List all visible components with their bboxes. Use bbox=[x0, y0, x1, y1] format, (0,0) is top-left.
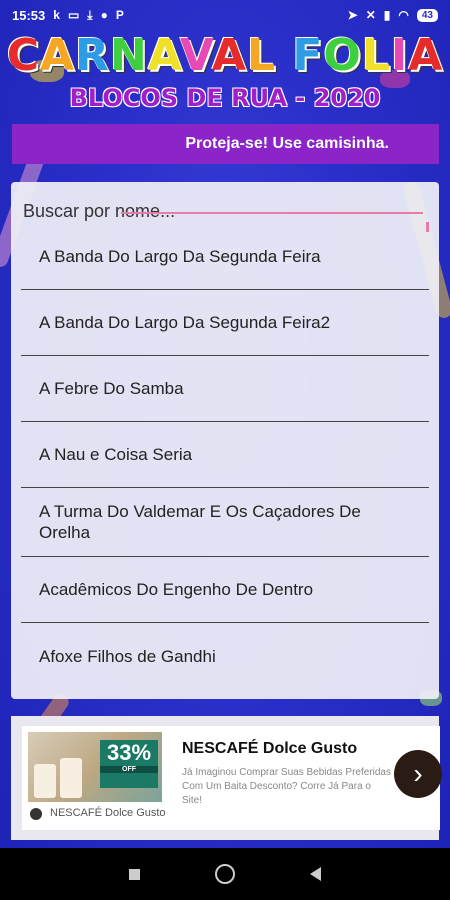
coffee-cups-image bbox=[34, 742, 86, 798]
title-letter: A bbox=[147, 30, 180, 81]
battery-indicator: 43 bbox=[416, 8, 438, 22]
ad-banner[interactable]: 33% OFF NESCAFÉ Dolce Gusto NESCAFÉ Dolc… bbox=[11, 716, 442, 840]
k-icon: k bbox=[53, 8, 60, 22]
app-header: CARNAVAL FOLIA BLOCOS DE RUA - 2020 bbox=[0, 30, 450, 122]
ad-offer-percent: 33% bbox=[106, 740, 152, 765]
title-letter: C bbox=[6, 30, 40, 81]
wifi-icon: ◠ bbox=[398, 8, 409, 22]
ad-offer-badge: 33% OFF bbox=[100, 740, 158, 788]
chat-icon: ● bbox=[100, 8, 108, 22]
ad-brand: NESCAFÉ Dolce Gusto bbox=[50, 807, 166, 819]
title-letter: N bbox=[109, 30, 148, 81]
status-time: 15:53 bbox=[12, 7, 46, 23]
app-subtitle: BLOCOS DE RUA - 2020 bbox=[69, 84, 381, 112]
laptop-icon: ▭ bbox=[67, 8, 80, 22]
title-letter: O bbox=[323, 30, 362, 81]
title-letter: A bbox=[39, 30, 76, 81]
back-triangle-icon bbox=[310, 867, 321, 881]
list-item[interactable]: A Febre Do Samba bbox=[21, 356, 429, 422]
app-title: CARNAVAL FOLIA bbox=[0, 30, 450, 82]
list-item[interactable]: A Turma Do Valdemar E Os Caçadores De Or… bbox=[21, 488, 429, 557]
mute-icon: ✕ bbox=[365, 8, 376, 22]
circle-icon bbox=[215, 864, 235, 884]
ad-title[interactable]: NESCAFÉ Dolce Gusto bbox=[182, 740, 357, 758]
title-letter: I bbox=[390, 30, 409, 81]
list-item[interactable]: A Banda Do Largo Da Segunda Feira2 bbox=[21, 290, 429, 356]
ad-image[interactable]: 33% OFF bbox=[28, 732, 162, 802]
search-input[interactable] bbox=[23, 196, 423, 226]
chevron-right-icon[interactable]: › bbox=[394, 750, 442, 798]
title-letter: R bbox=[75, 30, 110, 81]
ad-content[interactable]: 33% OFF NESCAFÉ Dolce Gusto NESCAFÉ Dolc… bbox=[22, 726, 442, 830]
ad-description: Já Imaginou Comprar Suas Bebidas Preferi… bbox=[182, 767, 391, 806]
ad-brand-logo-icon bbox=[30, 808, 42, 820]
system-nav-bar bbox=[0, 848, 450, 900]
list-item[interactable]: Acadêmicos Do Engenho De Dentro bbox=[21, 557, 429, 623]
blocos-list: A Banda Do Largo Da Segunda Feira A Band… bbox=[21, 224, 429, 689]
list-item[interactable]: A Banda Do Largo Da Segunda Feira bbox=[21, 224, 429, 290]
title-letter: L bbox=[361, 30, 391, 81]
promo-banner: Proteja-se! Use camisinha. bbox=[12, 124, 439, 164]
title-letter: A bbox=[408, 30, 444, 81]
home-button[interactable] bbox=[215, 864, 235, 884]
p-icon: P bbox=[115, 8, 124, 22]
square-icon bbox=[129, 868, 140, 880]
title-letter bbox=[276, 30, 292, 81]
signal-icon: ▮ bbox=[383, 8, 391, 22]
location-icon: ➤ bbox=[347, 8, 358, 22]
title-letter: L bbox=[246, 30, 277, 81]
title-letter: A bbox=[211, 30, 247, 81]
search-underline bbox=[121, 212, 423, 214]
title-letter: V bbox=[179, 30, 212, 81]
list-item[interactable]: Afoxe Filhos de Gandhi bbox=[21, 623, 429, 689]
back-button[interactable] bbox=[310, 867, 321, 881]
title-letter: F bbox=[292, 30, 324, 81]
ad-offer-label: OFF bbox=[100, 766, 158, 773]
download-icon: ⤓ bbox=[87, 7, 93, 22]
recents-button[interactable] bbox=[129, 868, 140, 880]
banner-text: Proteja-se! Use camisinha. bbox=[185, 135, 389, 152]
status-bar: 15:53 k ▭ ⤓ ● P ➤ ✕ ▮ ◠ 43 bbox=[0, 0, 450, 30]
list-item[interactable]: A Nau e Coisa Seria bbox=[21, 422, 429, 488]
blocos-list-card: A Banda Do Largo Da Segunda Feira A Band… bbox=[11, 182, 439, 699]
